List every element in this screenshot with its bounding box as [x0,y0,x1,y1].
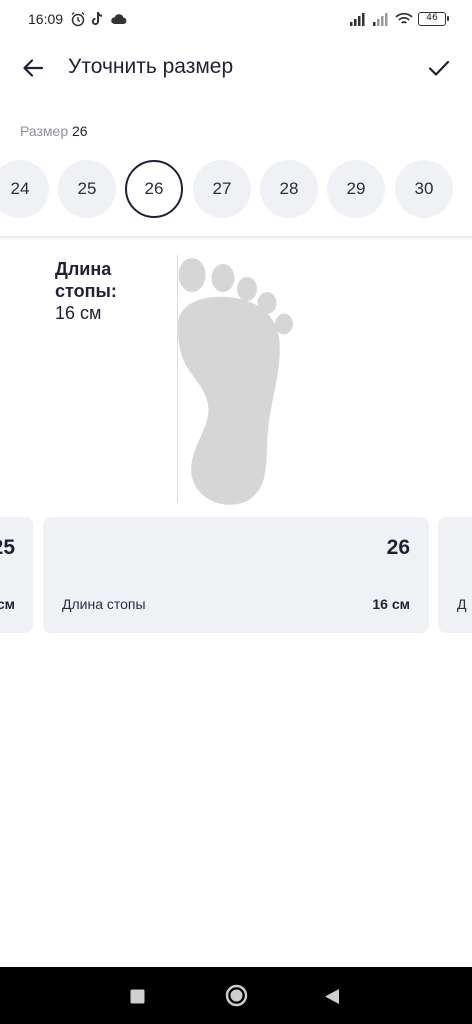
size-chip-26[interactable]: 26 [125,160,183,218]
alarm-icon [71,12,85,27]
circle-icon[interactable] [225,984,248,1007]
divider [0,236,472,240]
check-icon [428,60,450,76]
battery-icon: 46 [418,12,449,26]
foot-length-title: Длина стопы: [55,259,117,301]
size-chip-27[interactable]: 27 [193,160,251,218]
status-bar: 16:09 46 [0,0,472,40]
tiktok-icon [91,12,103,26]
card-size: 26 [386,536,410,559]
size-selector: 24 25 26 27 28 29 30 [0,160,472,218]
signal-2-icon [373,13,388,26]
signal-icon [350,13,365,26]
back-button[interactable] [16,53,50,83]
foot-length-value: 16 см [55,303,102,323]
arrow-left-icon [23,59,44,77]
size-chip-30[interactable]: 30 [395,160,453,218]
triangle-icon[interactable] [324,988,340,1005]
card-foot-length: см [0,596,15,612]
size-card-current[interactable]: 26 Длина стопы 16 см [43,517,429,633]
size-caption-value: 26 [72,123,88,139]
size-chip-24[interactable]: 24 [0,160,49,218]
size-card-prev[interactable]: 25 см [0,517,33,633]
foot-icon [178,258,293,505]
size-chip-25[interactable]: 25 [58,160,116,218]
card-foot-length: 16 см [372,596,410,612]
size-caption-label: Размер [20,123,69,139]
card-size: 25 [0,536,15,559]
status-time: 16:09 [28,11,64,27]
app-bar: Уточнить размер [0,40,472,96]
size-caption: Размер 26 [20,123,88,139]
wifi-icon [395,12,413,24]
size-chip-28[interactable]: 28 [260,160,318,218]
confirm-button[interactable] [422,53,456,83]
card-foot-length-label: Д [457,596,467,612]
card-foot-length-label: Длина стопы [62,596,146,612]
system-icons: 46 [349,12,449,26]
size-cards-carousel: 25 см 26 Длина стопы 16 см Д [0,517,472,633]
system-nav-bar [0,967,472,1024]
notification-icons [70,11,127,27]
size-card-next[interactable]: Д [438,517,472,633]
page-title: Уточнить размер [68,55,234,78]
foot-length-label: Длина стопы: 16 см [55,258,135,324]
cloud-icon [111,14,127,25]
square-icon[interactable] [130,989,145,1004]
size-chip-29[interactable]: 29 [327,160,385,218]
